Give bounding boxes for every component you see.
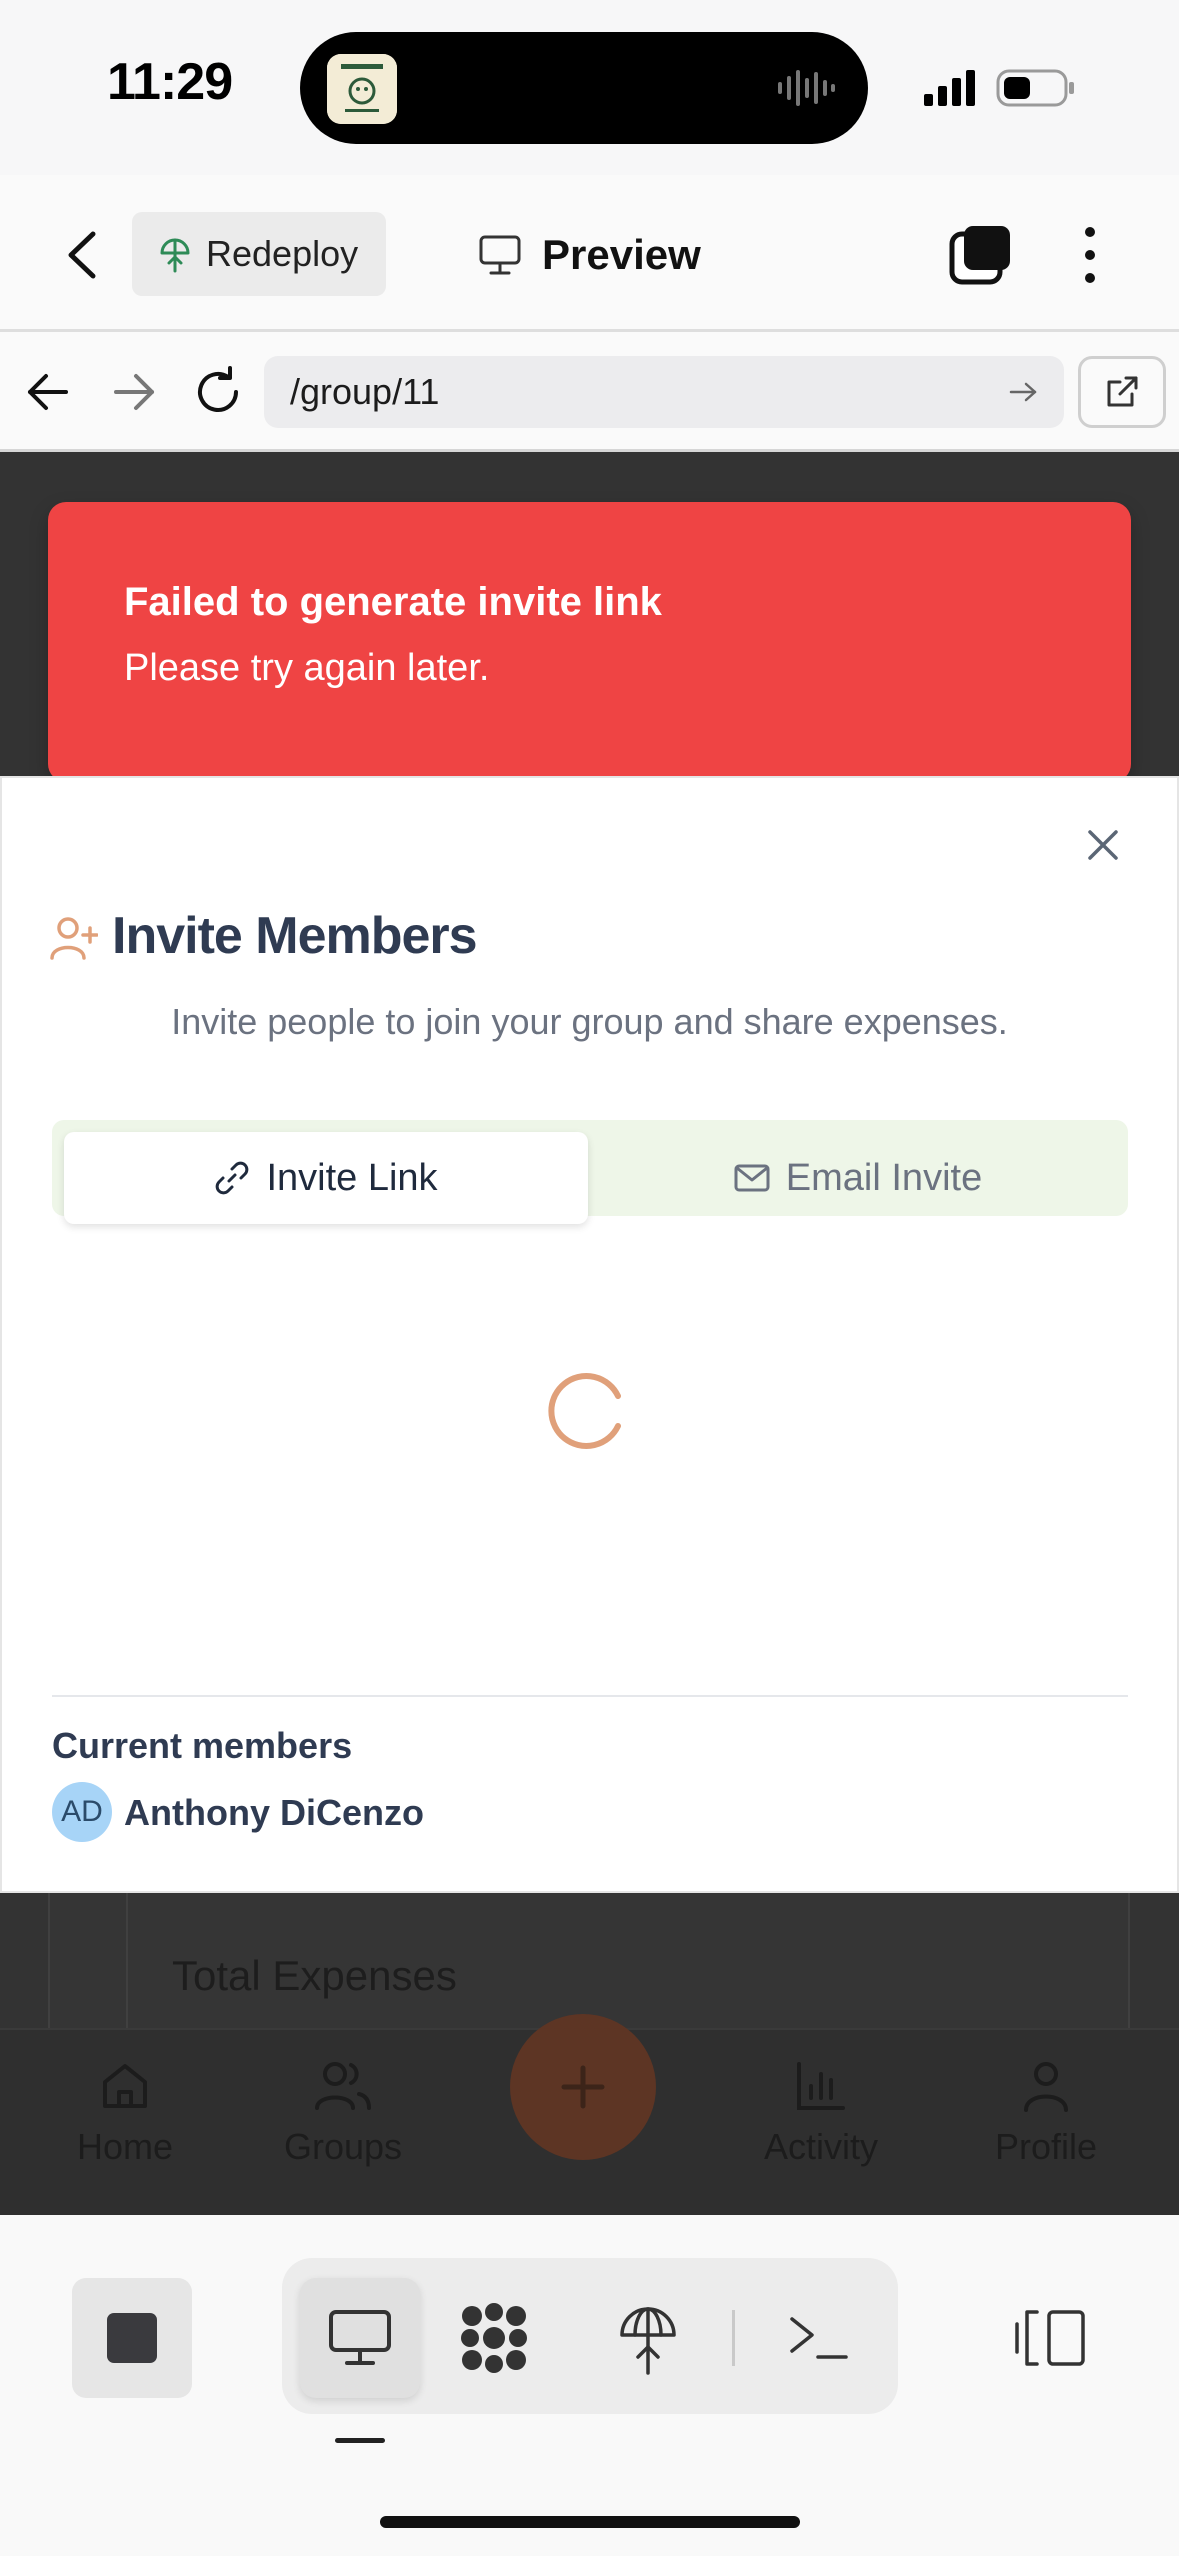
current-members-heading: Current members bbox=[52, 1725, 353, 1766]
error-toast: Failed to generate invite link Please tr… bbox=[48, 502, 1131, 782]
user-icon bbox=[1024, 2062, 1068, 2112]
dialog-title: Invite Members bbox=[112, 907, 478, 965]
redeploy-button[interactable]: Redeploy bbox=[132, 212, 386, 296]
browser-forward-button[interactable] bbox=[106, 364, 160, 420]
close-icon bbox=[1088, 830, 1118, 860]
url-text: /group/11 bbox=[290, 371, 440, 412]
member-name: Anthony DiCenzo bbox=[124, 1792, 424, 1833]
home-icon bbox=[103, 2064, 147, 2108]
link-icon bbox=[216, 1161, 249, 1195]
stacked-windows-icon bbox=[949, 226, 1010, 285]
preview-label: Preview bbox=[542, 231, 701, 278]
monitor-icon bbox=[479, 235, 521, 275]
windows-button[interactable] bbox=[948, 222, 1014, 288]
dialog-description: Invite people to join your group and sha… bbox=[171, 1001, 1008, 1042]
tab-email-invite[interactable]: Email Invite bbox=[600, 1132, 1116, 1224]
avatar: AD bbox=[52, 1782, 112, 1842]
deploy-icon bbox=[620, 2307, 676, 2375]
divider bbox=[52, 1695, 1128, 1697]
nav-groups-label: Groups bbox=[283, 2126, 403, 2167]
back-button[interactable] bbox=[55, 220, 115, 290]
reload-icon bbox=[198, 366, 238, 412]
monitor-icon bbox=[329, 2310, 391, 2365]
toolbar-separator bbox=[732, 2310, 735, 2366]
home-indicator bbox=[380, 2516, 800, 2528]
preview-tool-button[interactable] bbox=[300, 2278, 420, 2398]
tab-email-invite-label: Email Invite bbox=[785, 1156, 983, 1199]
status-time: 11:29 bbox=[107, 53, 233, 111]
add-expense-fab[interactable] bbox=[510, 2014, 656, 2160]
users-icon bbox=[315, 2062, 371, 2110]
browser-back-button[interactable] bbox=[22, 364, 76, 420]
preview-button[interactable]: Preview bbox=[478, 222, 701, 288]
toast-title: Failed to generate invite link bbox=[124, 580, 662, 624]
more-vertical-icon bbox=[1085, 227, 1095, 283]
panel-toggle-button[interactable] bbox=[1002, 2290, 1098, 2386]
stop-icon bbox=[107, 2313, 157, 2363]
terminal-icon bbox=[790, 2317, 848, 2359]
total-expenses-label: Total Expenses bbox=[172, 1952, 457, 1999]
more-options-button[interactable] bbox=[1070, 222, 1110, 288]
nav-activity-label: Activity bbox=[763, 2126, 878, 2167]
nav-home[interactable]: Home bbox=[35, 2058, 215, 2168]
browser-reload-button[interactable] bbox=[190, 362, 246, 422]
terminal-tool-button[interactable] bbox=[770, 2290, 866, 2386]
stop-button[interactable] bbox=[72, 2278, 192, 2398]
plus-icon bbox=[561, 2065, 605, 2109]
redeploy-label: Redeploy bbox=[206, 233, 359, 274]
sidebar-toggle-icon bbox=[1015, 2310, 1085, 2366]
nav-groups[interactable]: Groups bbox=[253, 2058, 433, 2168]
nav-profile[interactable]: Profile bbox=[956, 2058, 1136, 2168]
external-link-icon bbox=[1107, 376, 1138, 407]
chevron-left-icon bbox=[68, 231, 96, 279]
close-button[interactable] bbox=[1082, 824, 1124, 866]
app-cluster-icon bbox=[461, 2303, 527, 2373]
nav-activity[interactable]: Activity bbox=[731, 2058, 911, 2168]
audio-wave-icon bbox=[776, 68, 836, 108]
nav-home-label: Home bbox=[76, 2126, 174, 2167]
open-external-button[interactable] bbox=[1078, 356, 1166, 428]
apps-tool-button[interactable] bbox=[446, 2290, 542, 2386]
go-arrow-icon[interactable] bbox=[1008, 377, 1038, 407]
mail-icon bbox=[734, 1164, 770, 1192]
battery-icon bbox=[996, 68, 1076, 108]
deploy-icon bbox=[160, 238, 190, 273]
arrow-left-icon bbox=[28, 374, 68, 410]
nav-profile-label: Profile bbox=[994, 2126, 1098, 2167]
cellular-signal-icon bbox=[922, 68, 980, 108]
arrow-right-icon bbox=[114, 374, 154, 410]
tab-invite-link[interactable]: Invite Link bbox=[64, 1132, 588, 1224]
user-plus-icon bbox=[50, 914, 99, 962]
deploy-tool-button[interactable] bbox=[600, 2290, 696, 2386]
app-logo-icon bbox=[327, 54, 397, 124]
url-field[interactable]: /group/11 bbox=[264, 356, 1064, 428]
toast-message: Please try again later. bbox=[124, 647, 490, 689]
loading-spinner-icon bbox=[546, 1370, 628, 1452]
active-tool-indicator bbox=[335, 2438, 385, 2443]
tab-invite-link-label: Invite Link bbox=[266, 1156, 438, 1199]
bar-chart-icon bbox=[797, 2062, 845, 2110]
